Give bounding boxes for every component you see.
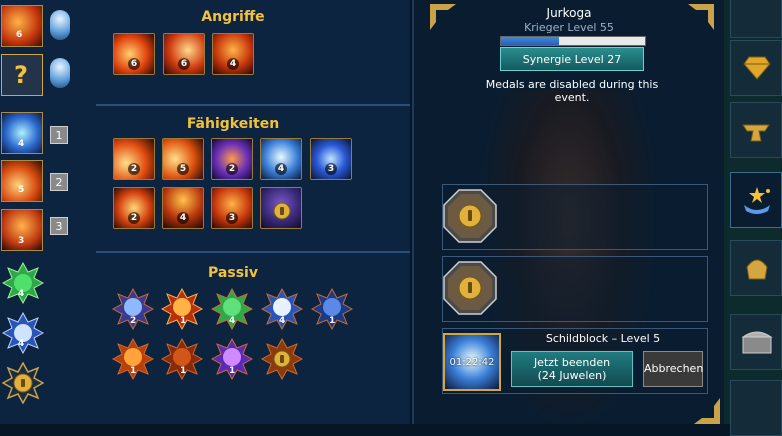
- passive-title: Passiv: [208, 265, 258, 281]
- equipped-ability-slot[interactable]: 3: [1, 209, 43, 251]
- ability-skill[interactable]: 2: [113, 187, 155, 229]
- xp-bar: [500, 36, 646, 46]
- attack-skill[interactable]: 6: [163, 33, 205, 75]
- upgrade-timer: 01:22:42: [449, 357, 495, 368]
- skill-level: 2: [226, 163, 238, 175]
- section-divider: [96, 104, 410, 106]
- xp-bar-fill: [501, 37, 559, 45]
- skill-level: 2: [128, 212, 140, 224]
- skill-level: 1: [130, 366, 137, 376]
- slot-level: 5: [18, 185, 25, 195]
- skills-panel: Angriffe Fähigkeiten Passiv 6 ? 4 1 5 2 …: [0, 0, 410, 424]
- skill-level: 4: [227, 58, 239, 70]
- equipped-attack-slot[interactable]: 6: [1, 5, 43, 47]
- finish-now-label: Jetzt beenden: [533, 356, 611, 369]
- potion-icon[interactable]: [50, 10, 70, 40]
- ability-skill[interactable]: 3: [310, 138, 352, 180]
- locked-ability-skill[interactable]: [260, 187, 302, 229]
- locked-passive-skill[interactable]: [261, 338, 303, 380]
- right-tab-bar: [724, 0, 782, 436]
- tab-top[interactable]: [730, 0, 782, 38]
- ability-skill[interactable]: 2: [113, 138, 155, 180]
- upgrading-skill-icon: 01:22:42: [443, 333, 501, 391]
- skill-level: 4: [275, 163, 287, 175]
- skill-level: 1: [329, 316, 336, 326]
- tab-forge[interactable]: [730, 102, 782, 158]
- synergy-button[interactable]: Synergie Level 27: [500, 47, 644, 71]
- skill-level: 1: [229, 366, 236, 376]
- tab-masks[interactable]: [730, 240, 782, 296]
- skill-level: 2: [128, 163, 140, 175]
- skill-level: 2: [130, 316, 137, 326]
- lock-icon: [443, 261, 497, 315]
- skill-level: 1: [180, 366, 187, 376]
- skill-level: 6: [178, 58, 190, 70]
- skill-level: 6: [128, 58, 140, 70]
- tab-bottom[interactable]: [730, 380, 782, 436]
- ability-skill[interactable]: 4: [162, 187, 204, 229]
- equipped-ability-slot[interactable]: 4: [1, 112, 43, 154]
- medal-slot[interactable]: [442, 184, 708, 250]
- ability-skill[interactable]: 4: [260, 138, 302, 180]
- attack-skill[interactable]: 4: [212, 33, 254, 75]
- skill-level: 4: [177, 212, 189, 224]
- skill-level: 4: [229, 316, 236, 326]
- attacks-title: Angriffe: [201, 9, 265, 25]
- finish-now-cost: (24 Juwelen): [537, 369, 607, 382]
- skill-level: 5: [177, 163, 189, 175]
- corner-ornament: [694, 398, 720, 424]
- section-divider: [96, 251, 410, 253]
- equipped-ability-slot[interactable]: 5: [1, 160, 43, 202]
- question-mark-icon: ?: [14, 61, 28, 89]
- slot-level: 4: [18, 339, 25, 349]
- locked-passive-slot[interactable]: [2, 362, 44, 404]
- abilities-title: Fähigkeiten: [186, 116, 280, 132]
- slot-level: 4: [18, 289, 25, 299]
- ability-skill[interactable]: 3: [211, 187, 253, 229]
- medal-slot[interactable]: [442, 256, 708, 322]
- hero-class-level: Krieger Level 55: [524, 21, 614, 34]
- attack-skill[interactable]: 6: [113, 33, 155, 75]
- skill-level: 4: [279, 316, 286, 326]
- finish-now-button[interactable]: Jetzt beenden (24 Juwelen): [511, 351, 633, 387]
- skills-icon: [744, 187, 770, 214]
- tab-gems[interactable]: [730, 40, 782, 96]
- upgrade-progress-box: 01:22:42 Schildblock – Level 5 Jetzt bee…: [442, 328, 708, 394]
- ability-rank-badge: 2: [50, 173, 68, 191]
- skill-level: 1: [180, 316, 187, 326]
- helmet-icon: [746, 259, 768, 280]
- medals-notice: Medals are disabled during this event.: [485, 78, 659, 104]
- cancel-button[interactable]: Abbrechen: [643, 351, 703, 387]
- gem-icon: [743, 56, 771, 80]
- tab-inventory[interactable]: [730, 314, 782, 370]
- hero-detail-panel: Jurkoga Krieger Level 55 Synergie Level …: [412, 0, 724, 424]
- skill-level: 3: [226, 212, 238, 224]
- slot-level: 3: [18, 236, 25, 246]
- potion-icon[interactable]: [50, 58, 70, 88]
- lock-icon: [273, 202, 291, 220]
- ability-rank-badge: 1: [50, 126, 68, 144]
- chest-icon: [741, 331, 773, 354]
- slot-level: 4: [18, 139, 25, 149]
- upgrade-title: Schildblock – Level 5: [545, 332, 661, 345]
- tab-skills[interactable]: [730, 172, 782, 228]
- slot-level: 6: [16, 30, 23, 40]
- skill-level: 3: [325, 163, 337, 175]
- hero-name: Jurkoga: [546, 6, 592, 20]
- empty-slot[interactable]: ?: [1, 54, 43, 96]
- lock-icon: [443, 189, 497, 243]
- anvil-icon: [742, 124, 770, 142]
- ability-rank-badge: 3: [50, 217, 68, 235]
- ability-skill[interactable]: 2: [211, 138, 253, 180]
- ability-skill[interactable]: 5: [162, 138, 204, 180]
